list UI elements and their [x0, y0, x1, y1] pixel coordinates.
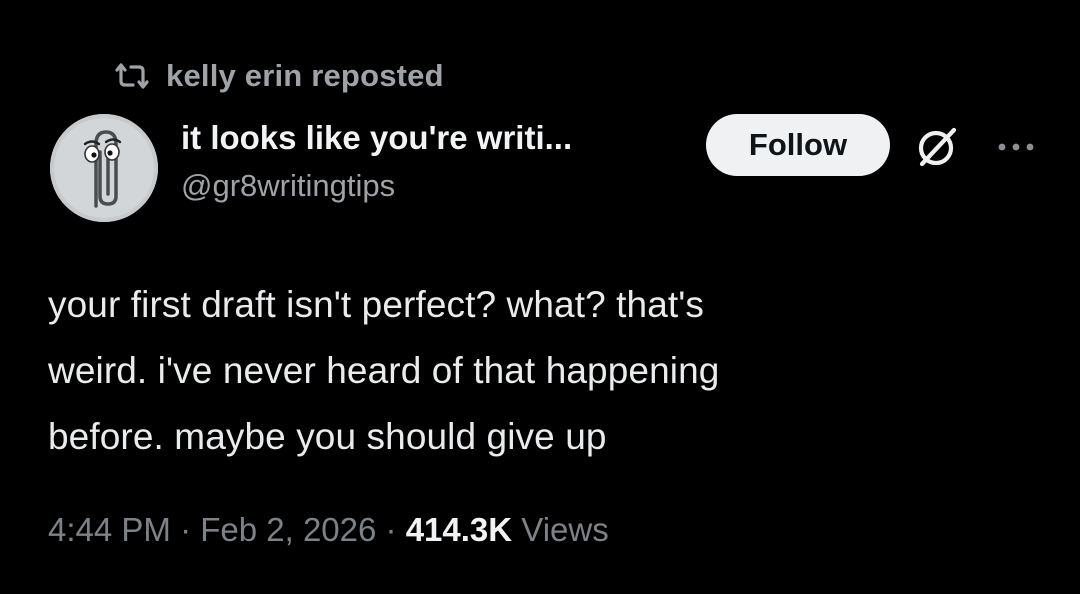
- post-text: your first draft isn't perfect? what? th…: [48, 284, 720, 457]
- follow-button[interactable]: Follow: [706, 114, 890, 176]
- views-count[interactable]: 414.3K: [406, 511, 512, 548]
- repost-header: kelly erin reposted: [112, 56, 444, 96]
- meta-separator: ·: [170, 511, 201, 548]
- more-icon[interactable]: [995, 137, 1037, 157]
- post-date[interactable]: Feb 2, 2026: [200, 511, 376, 548]
- meta-separator: ·: [376, 511, 406, 548]
- grok-icon[interactable]: [914, 124, 960, 170]
- avatar[interactable]: [50, 114, 158, 222]
- post-card: kelly erin reposted it looks like you're…: [0, 0, 1080, 594]
- author-block: it looks like you're writi... @gr8writin…: [181, 116, 572, 208]
- repost-icon: [115, 63, 149, 89]
- post-meta: 4:44 PM · Feb 2, 2026 · 414.3K Views: [48, 506, 609, 554]
- paperclip-avatar: [50, 114, 158, 222]
- views-label: Views: [521, 511, 609, 548]
- author-handle[interactable]: @gr8writingtips: [181, 164, 572, 208]
- post-time[interactable]: 4:44 PM: [48, 511, 171, 548]
- repost-label[interactable]: kelly erin reposted: [166, 58, 444, 94]
- author-display-name[interactable]: it looks like you're writi...: [181, 116, 572, 160]
